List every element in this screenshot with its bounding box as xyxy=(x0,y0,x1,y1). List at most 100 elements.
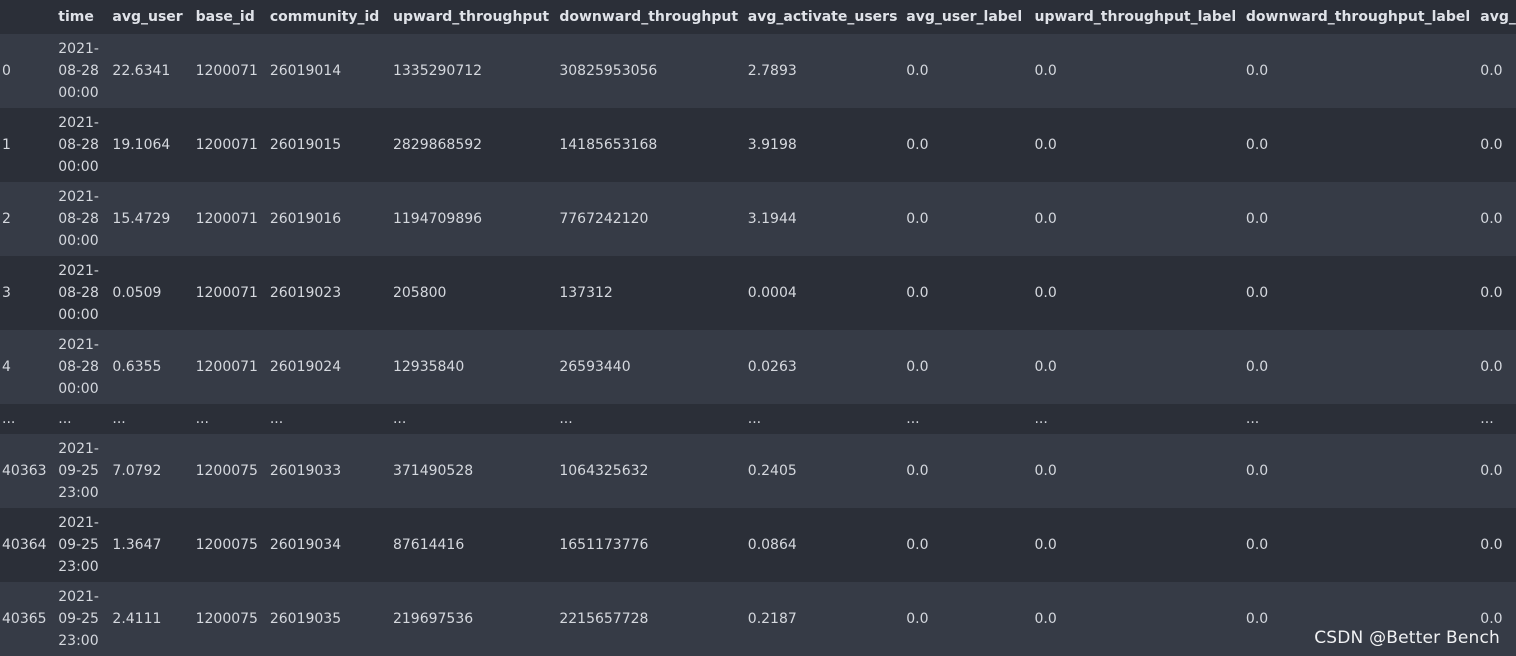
cell-upward-throughput: 12935840 xyxy=(392,359,465,375)
cell-upward-throughput: 219697536 xyxy=(392,611,474,627)
column-header-avg-user-label[interactable]: avg_user_label xyxy=(904,0,1033,34)
time-line: 2021- xyxy=(58,115,99,131)
cell-upward-throughput-label: ... xyxy=(1034,411,1048,427)
cell-downward-throughput: 2215657728 xyxy=(559,611,649,627)
time-line: 2021- xyxy=(58,337,99,353)
time-line: 2021- xyxy=(58,515,99,531)
cell-downward-throughput-label: 0.0 xyxy=(1245,285,1269,301)
dataframe-table: time avg_user base_id community_id upward_th… xyxy=(0,0,1516,656)
cell-avg-: 0.0 xyxy=(1480,137,1503,153)
cell-avg-user: 7.0792 xyxy=(112,463,162,479)
cell-avg-activate-users: 0.0263 xyxy=(747,359,797,375)
cell-avg-activate-users: 0.2187 xyxy=(747,611,797,627)
cell-base-id: 1200071 xyxy=(195,211,258,227)
column-header-avg-user[interactable]: avg_user xyxy=(110,0,194,34)
cell-avg-user: ... xyxy=(112,411,126,427)
cell-community-id: ... xyxy=(269,411,284,427)
cell-avg-user-label: 0.0 xyxy=(906,63,929,79)
column-header-upward-throughput[interactable]: upward_throughput xyxy=(390,0,558,34)
column-header-time[interactable]: time xyxy=(56,0,111,34)
cell-avg-: 0.0 xyxy=(1480,63,1503,79)
cell-avg-user: 19.1064 xyxy=(112,137,171,153)
cell-base-id: 1200071 xyxy=(195,285,258,301)
cell-avg-activate-users: ... xyxy=(747,411,762,427)
time-line: 00:00 xyxy=(58,381,99,397)
column-header-base-id[interactable]: base_id xyxy=(193,0,268,34)
table-row: 0 2021- 08-28 00:00 22.6341 1200071 26019014 13… xyxy=(0,34,1516,108)
row-index: 40365 xyxy=(2,611,47,627)
time-line: ... xyxy=(58,411,72,427)
table-row: 2 2021- 08-28 00:00 15.4729 1200071 26019016 11… xyxy=(0,182,1516,256)
row-index: 4 xyxy=(2,359,11,375)
table-row: 4 2021- 08-28 00:00 0.6355 1200071 26019024 129… xyxy=(0,330,1516,404)
cell-time: 2021- 09-25 23:00 xyxy=(56,582,110,656)
cell-avg-user-label: 0.0 xyxy=(906,137,929,153)
column-header-index[interactable] xyxy=(0,0,57,34)
cell-downward-throughput-label: 0.0 xyxy=(1245,537,1269,553)
cell-downward-throughput: 1064325632 xyxy=(559,463,649,479)
cell-avg-user-label: 0.0 xyxy=(906,359,929,375)
cell-downward-throughput: 137312 xyxy=(559,285,613,301)
cell-downward-throughput-label: 0.0 xyxy=(1245,463,1269,479)
cell-avg-activate-users: 3.1944 xyxy=(747,211,797,227)
cell-avg-user: 0.6355 xyxy=(112,359,162,375)
row-index: 40363 xyxy=(2,463,47,479)
cell-community-id: 26019034 xyxy=(269,537,342,553)
cell-time: 2021- 08-28 00:00 xyxy=(56,34,110,108)
cell-base-id: ... xyxy=(195,411,209,427)
time-line: 08-28 xyxy=(58,137,99,153)
cell-avg-user: 0.0509 xyxy=(112,285,162,301)
cell-avg-user-label: ... xyxy=(906,411,920,427)
time-line: 08-28 xyxy=(58,63,99,79)
cell-base-id: 1200071 xyxy=(195,137,258,153)
cell-upward-throughput: 371490528 xyxy=(392,463,474,479)
cell-downward-throughput: 30825953056 xyxy=(559,63,658,79)
cell-upward-throughput: 205800 xyxy=(392,285,447,301)
cell-upward-throughput: 1335290712 xyxy=(392,63,483,79)
time-line: 2021- xyxy=(58,189,99,205)
cell-upward-throughput-label: 0.0 xyxy=(1034,63,1057,79)
column-header-downward-throughput[interactable]: downward_throughput xyxy=(557,0,746,34)
cell-downward-throughput-label: 0.0 xyxy=(1245,359,1269,375)
cell-upward-throughput-label: 0.0 xyxy=(1034,137,1057,153)
cell-avg-activate-users: 3.9198 xyxy=(747,137,797,153)
cell-avg-: 0.0 xyxy=(1480,359,1503,375)
cell-avg-user: 2.4111 xyxy=(112,611,162,627)
cell-time: 2021- 09-25 23:00 xyxy=(56,508,110,582)
time-line: 23:00 xyxy=(58,559,99,575)
cell-community-id: 26019015 xyxy=(269,137,342,153)
column-header-upward-throughput-label[interactable]: upward_throughput_label xyxy=(1032,0,1244,34)
cell-downward-throughput-label: ... xyxy=(1245,411,1260,427)
cell-upward-throughput-label: 0.0 xyxy=(1034,537,1057,553)
table-row: 40364 2021- 09-25 23:00 1.3647 1200075 2601903… xyxy=(0,508,1516,582)
row-index: 3 xyxy=(2,285,11,301)
time-line: 09-25 xyxy=(58,611,99,627)
cell-avg-user: 1.3647 xyxy=(112,537,162,553)
time-line: 00:00 xyxy=(58,307,99,323)
time-line: 2021- xyxy=(58,41,99,57)
cell-upward-throughput: ... xyxy=(392,411,407,427)
cell-avg-user: 15.4729 xyxy=(112,211,171,227)
cell-base-id: 1200075 xyxy=(195,463,258,479)
time-line: 23:00 xyxy=(58,633,99,649)
cell-upward-throughput: 1194709896 xyxy=(392,211,483,227)
dataframe-viewer: time avg_user base_id community_id upward_th… xyxy=(0,0,1516,656)
cell-downward-throughput: 26593440 xyxy=(559,359,631,375)
time-line: 00:00 xyxy=(58,85,99,101)
cell-upward-throughput-label: 0.0 xyxy=(1034,463,1057,479)
time-line: 23:00 xyxy=(58,485,99,501)
time-line: 08-28 xyxy=(58,359,99,375)
cell-downward-throughput: 7767242120 xyxy=(559,211,649,227)
cell-avg-user-label: 0.0 xyxy=(906,463,929,479)
column-header-avg-[interactable]: avg_ xyxy=(1478,0,1516,34)
column-header-community-id[interactable]: community_id xyxy=(267,0,391,34)
cell-community-id: 26019014 xyxy=(269,63,342,79)
cell-downward-throughput-label: 0.0 xyxy=(1245,211,1269,227)
cell-time: 2021- 08-28 00:00 xyxy=(56,182,110,256)
column-header-downward-throughput-label[interactable]: downward_throughput_label xyxy=(1243,0,1479,34)
column-header-avg-activate-users[interactable]: avg_activate_users xyxy=(745,0,905,34)
cell-downward-throughput-label: 0.0 xyxy=(1245,137,1269,153)
ellipsis-row: .................................... xyxy=(0,404,1516,434)
time-line: 2021- xyxy=(58,441,99,457)
cell-upward-throughput-label: 0.0 xyxy=(1034,285,1057,301)
